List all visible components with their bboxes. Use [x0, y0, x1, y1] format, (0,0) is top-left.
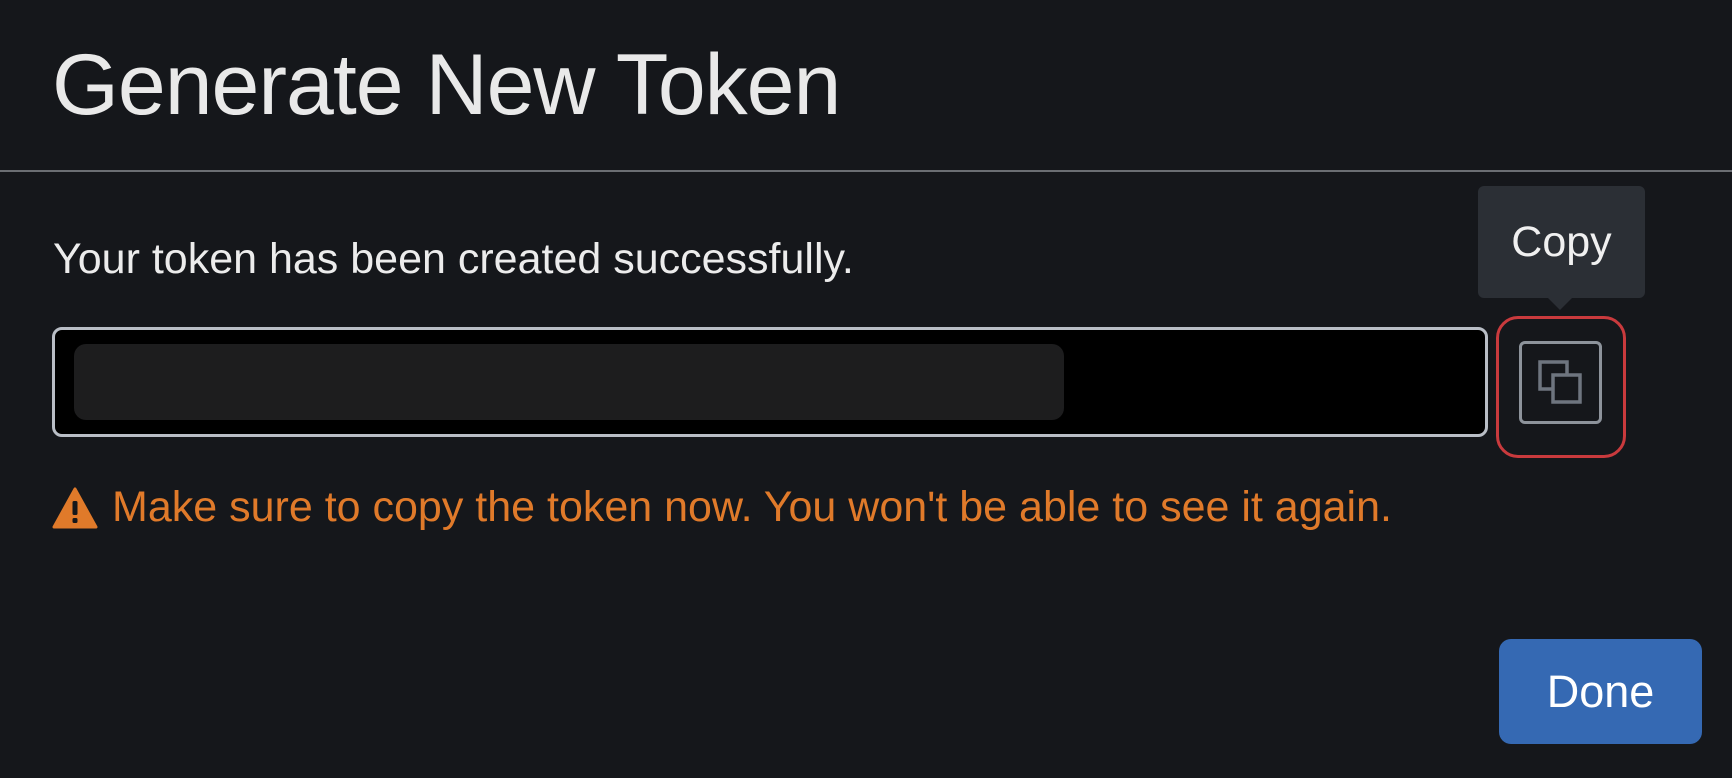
warning-message: Make sure to copy the token now. You won…: [52, 486, 1392, 529]
warning-text: Make sure to copy the token now. You won…: [112, 483, 1392, 531]
done-button[interactable]: Done: [1499, 639, 1702, 744]
warning-triangle-icon: [52, 487, 98, 528]
copy-button[interactable]: [1519, 341, 1602, 424]
copy-icon: [1537, 359, 1582, 404]
dialog-title: Generate New Token: [52, 37, 841, 133]
success-message: Your token has been created successfully…: [53, 235, 854, 283]
copy-tooltip-arrow: [1548, 298, 1572, 310]
token-field[interactable]: [52, 327, 1488, 437]
dialog-header: Generate New Token: [0, 0, 1732, 172]
copy-tooltip: Copy: [1478, 186, 1645, 298]
token-value-redacted: [74, 344, 1064, 420]
generate-token-dialog: Generate New Token Your token has been c…: [0, 0, 1732, 778]
